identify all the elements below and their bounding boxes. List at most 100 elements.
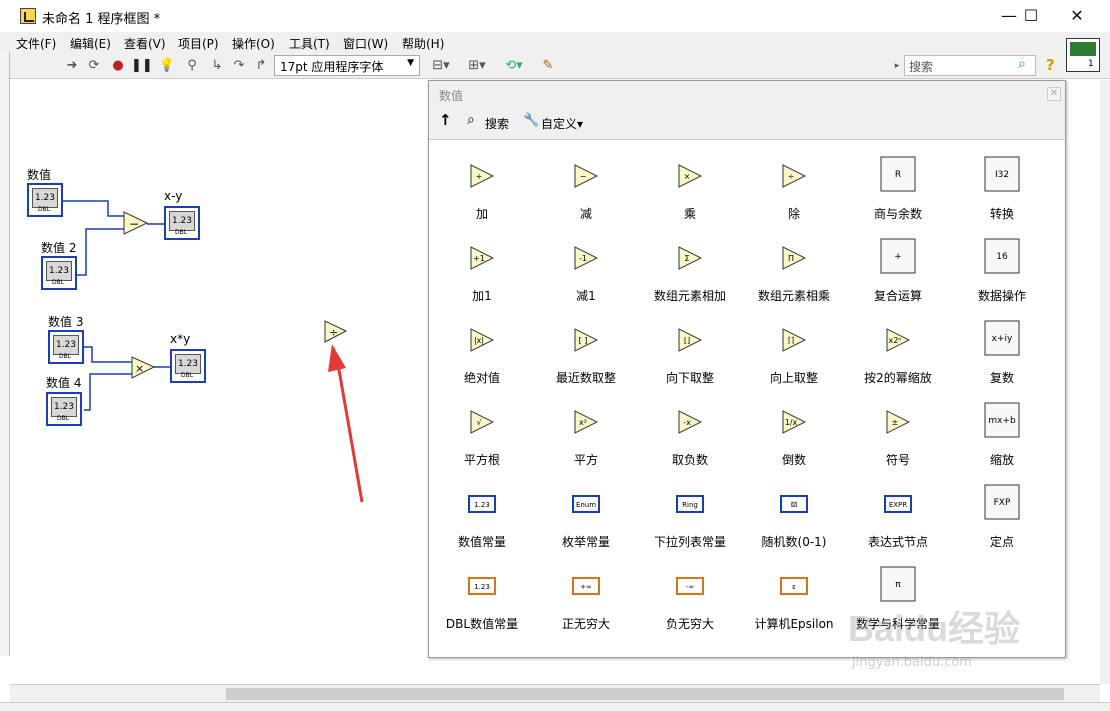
svg-text:+1: +1 — [473, 254, 485, 263]
palette-item[interactable]: ⚄ 随机数(0-1) — [742, 468, 846, 550]
palette-item[interactable]: Ring 下拉列表常量 — [638, 468, 742, 550]
palette-item[interactable]: Π 数组元素相乘 — [742, 222, 846, 304]
numeric-palette: 数值 ✕ ↑ ⌕ 搜索 🔧 自定义▾ + 加 − 减 × 乘 ÷ 除 R 商与余数 I32 转换 +1 加… — [428, 80, 1066, 658]
label-num3: 数值 3 — [48, 315, 84, 329]
round-nearest-icon: [ ] — [574, 328, 598, 352]
palette-item[interactable]: ⌊⌋ 向下取整 — [638, 304, 742, 386]
palette-item[interactable]: ± 符号 — [846, 386, 950, 468]
palette-item[interactable]: x2ⁿ 按2的幂缩放 — [846, 304, 950, 386]
palette-item[interactable]: I32 转换 — [950, 140, 1054, 222]
absolute-value-icon: |x| — [470, 328, 494, 352]
help-icon[interactable]: ? — [1046, 56, 1060, 74]
palette-close-button[interactable]: ✕ — [1047, 87, 1061, 101]
clean-up-diagram-icon[interactable]: ✎ — [537, 57, 559, 75]
vi-icon[interactable] — [1066, 38, 1100, 72]
palette-item[interactable]: -x 取负数 — [638, 386, 742, 468]
control-num2[interactable]: 1.23 DBL — [41, 256, 77, 290]
search-icon[interactable]: ⌕ — [1013, 56, 1031, 74]
palette-item[interactable]: x² 平方 — [534, 386, 638, 468]
palette-item-label: 平方根 — [463, 453, 500, 467]
complex-icon: x+iy — [984, 320, 1020, 356]
reorder-icon[interactable]: ⟲▾ — [500, 57, 528, 75]
indicator-x-times-y[interactable]: 1.23 DBL — [170, 349, 206, 383]
indicator-value: 1.23 — [169, 211, 195, 231]
palette-item-label: 按2的幂缩放 — [864, 371, 932, 385]
svg-text:[ ]: [ ] — [579, 336, 588, 345]
vertical-scrollbar[interactable] — [1100, 80, 1110, 684]
control-value: 1.23 — [51, 397, 77, 417]
indicator-x-minus-y[interactable]: 1.23 DBL — [164, 206, 200, 240]
svg-text:-∞: -∞ — [686, 583, 694, 591]
maximize-button[interactable]: ☐ — [1008, 0, 1054, 32]
palette-item[interactable]: ε 计算机Epsilon — [742, 550, 846, 632]
control-num3[interactable]: 1.23 DBL — [48, 330, 84, 364]
palette-item[interactable]: + 加 — [430, 140, 534, 222]
horizontal-scrollbar[interactable] — [10, 684, 1100, 702]
fixed-point-icon: FXP — [984, 484, 1020, 520]
up-arrow-icon[interactable]: ↑ — [439, 111, 452, 129]
svg-text:+: + — [894, 252, 902, 262]
svg-text:FXP: FXP — [994, 498, 1011, 508]
palette-item[interactable]: 1.23 数值常量 — [430, 468, 534, 550]
control-num4[interactable]: 1.23 DBL — [46, 392, 82, 426]
palette-item[interactable]: R 商与余数 — [846, 140, 950, 222]
palette-item[interactable]: + 复合运算 — [846, 222, 950, 304]
svg-text:⌈⌉: ⌈⌉ — [788, 336, 794, 345]
palette-item-label: 绝对值 — [463, 371, 500, 385]
svg-text:x2ⁿ: x2ⁿ — [888, 336, 901, 345]
subtract-icon: − — [574, 164, 598, 188]
palette-item-label: 倒数 — [781, 453, 806, 467]
numeric-constant-icon: 1.23 — [468, 495, 496, 519]
palette-item[interactable]: 16 数据操作 — [950, 222, 1054, 304]
palette-item[interactable]: − 减 — [534, 140, 638, 222]
palette-customize-button[interactable]: 自定义▾ — [541, 115, 583, 132]
control-type: DBL — [57, 415, 70, 422]
square-root-icon: √ — [470, 410, 494, 434]
close-button[interactable]: ✕ — [1054, 0, 1100, 32]
distribute-objects-icon[interactable]: ⊞▾ — [464, 57, 490, 75]
align-objects-icon[interactable]: ⊟▾ — [428, 57, 454, 75]
palette-item[interactable]: 1/x 倒数 — [742, 386, 846, 468]
svg-text:±: ± — [892, 418, 899, 427]
palette-item-label: 复数 — [989, 371, 1014, 385]
control-num1[interactable]: 1.23 DBL — [27, 183, 63, 217]
svg-text:16: 16 — [996, 252, 1008, 262]
palette-item[interactable]: x+iy 复数 — [950, 304, 1054, 386]
palette-item[interactable]: Σ 数组元素相加 — [638, 222, 742, 304]
palette-item[interactable]: × 乘 — [638, 140, 742, 222]
palette-item[interactable]: √ 平方根 — [430, 386, 534, 468]
sign-icon: ± — [886, 410, 910, 434]
svg-text:R: R — [895, 170, 901, 180]
wire-num3-mul — [84, 346, 132, 363]
quotient-remainder-icon: R — [880, 156, 916, 192]
palette-item[interactable]: ⌈⌉ 向上取整 — [742, 304, 846, 386]
palette-item-label: 商与余数 — [873, 207, 922, 221]
palette-item[interactable]: EXPR 表达式节点 — [846, 468, 950, 550]
svg-text:−: − — [580, 172, 587, 181]
palette-item[interactable]: |x| 绝对值 — [430, 304, 534, 386]
wrench-icon[interactable]: 🔧 — [523, 113, 539, 128]
svg-text:|x|: |x| — [474, 336, 484, 345]
palette-item[interactable]: +1 加1 — [430, 222, 534, 304]
horizontal-scroll-thumb[interactable] — [226, 688, 1064, 700]
positive-infinity-icon: +∞ — [572, 577, 600, 601]
palette-item-label: 减 — [579, 207, 592, 221]
watermark-logo: Baidu经验 — [848, 608, 1021, 649]
palette-item[interactable]: ÷ 除 — [742, 140, 846, 222]
expand-toolbar-icon[interactable]: ▸ — [892, 57, 902, 75]
control-type: DBL — [38, 206, 51, 213]
palette-item[interactable]: FXP 定点 — [950, 468, 1054, 550]
palette-search-icon[interactable]: ⌕ — [467, 112, 475, 128]
palette-item[interactable]: [ ] 最近数取整 — [534, 304, 638, 386]
palette-item[interactable]: -1 减1 — [534, 222, 638, 304]
palette-item-label: 符号 — [885, 453, 910, 467]
palette-item[interactable]: mx+b 缩放 — [950, 386, 1054, 468]
svg-text:-1: -1 — [579, 254, 587, 263]
palette-item[interactable]: Enum 枚举常量 — [534, 468, 638, 550]
palette-item[interactable]: +∞ 正无穷大 — [534, 550, 638, 632]
palette-item-label: 数值常量 — [457, 535, 506, 549]
palette-item[interactable]: 1.23 DBL数值常量 — [430, 550, 534, 632]
palette-item-label: 加 — [475, 207, 488, 221]
palette-search-button[interactable]: 搜索 — [485, 115, 509, 132]
palette-item[interactable]: -∞ 负无穷大 — [638, 550, 742, 632]
